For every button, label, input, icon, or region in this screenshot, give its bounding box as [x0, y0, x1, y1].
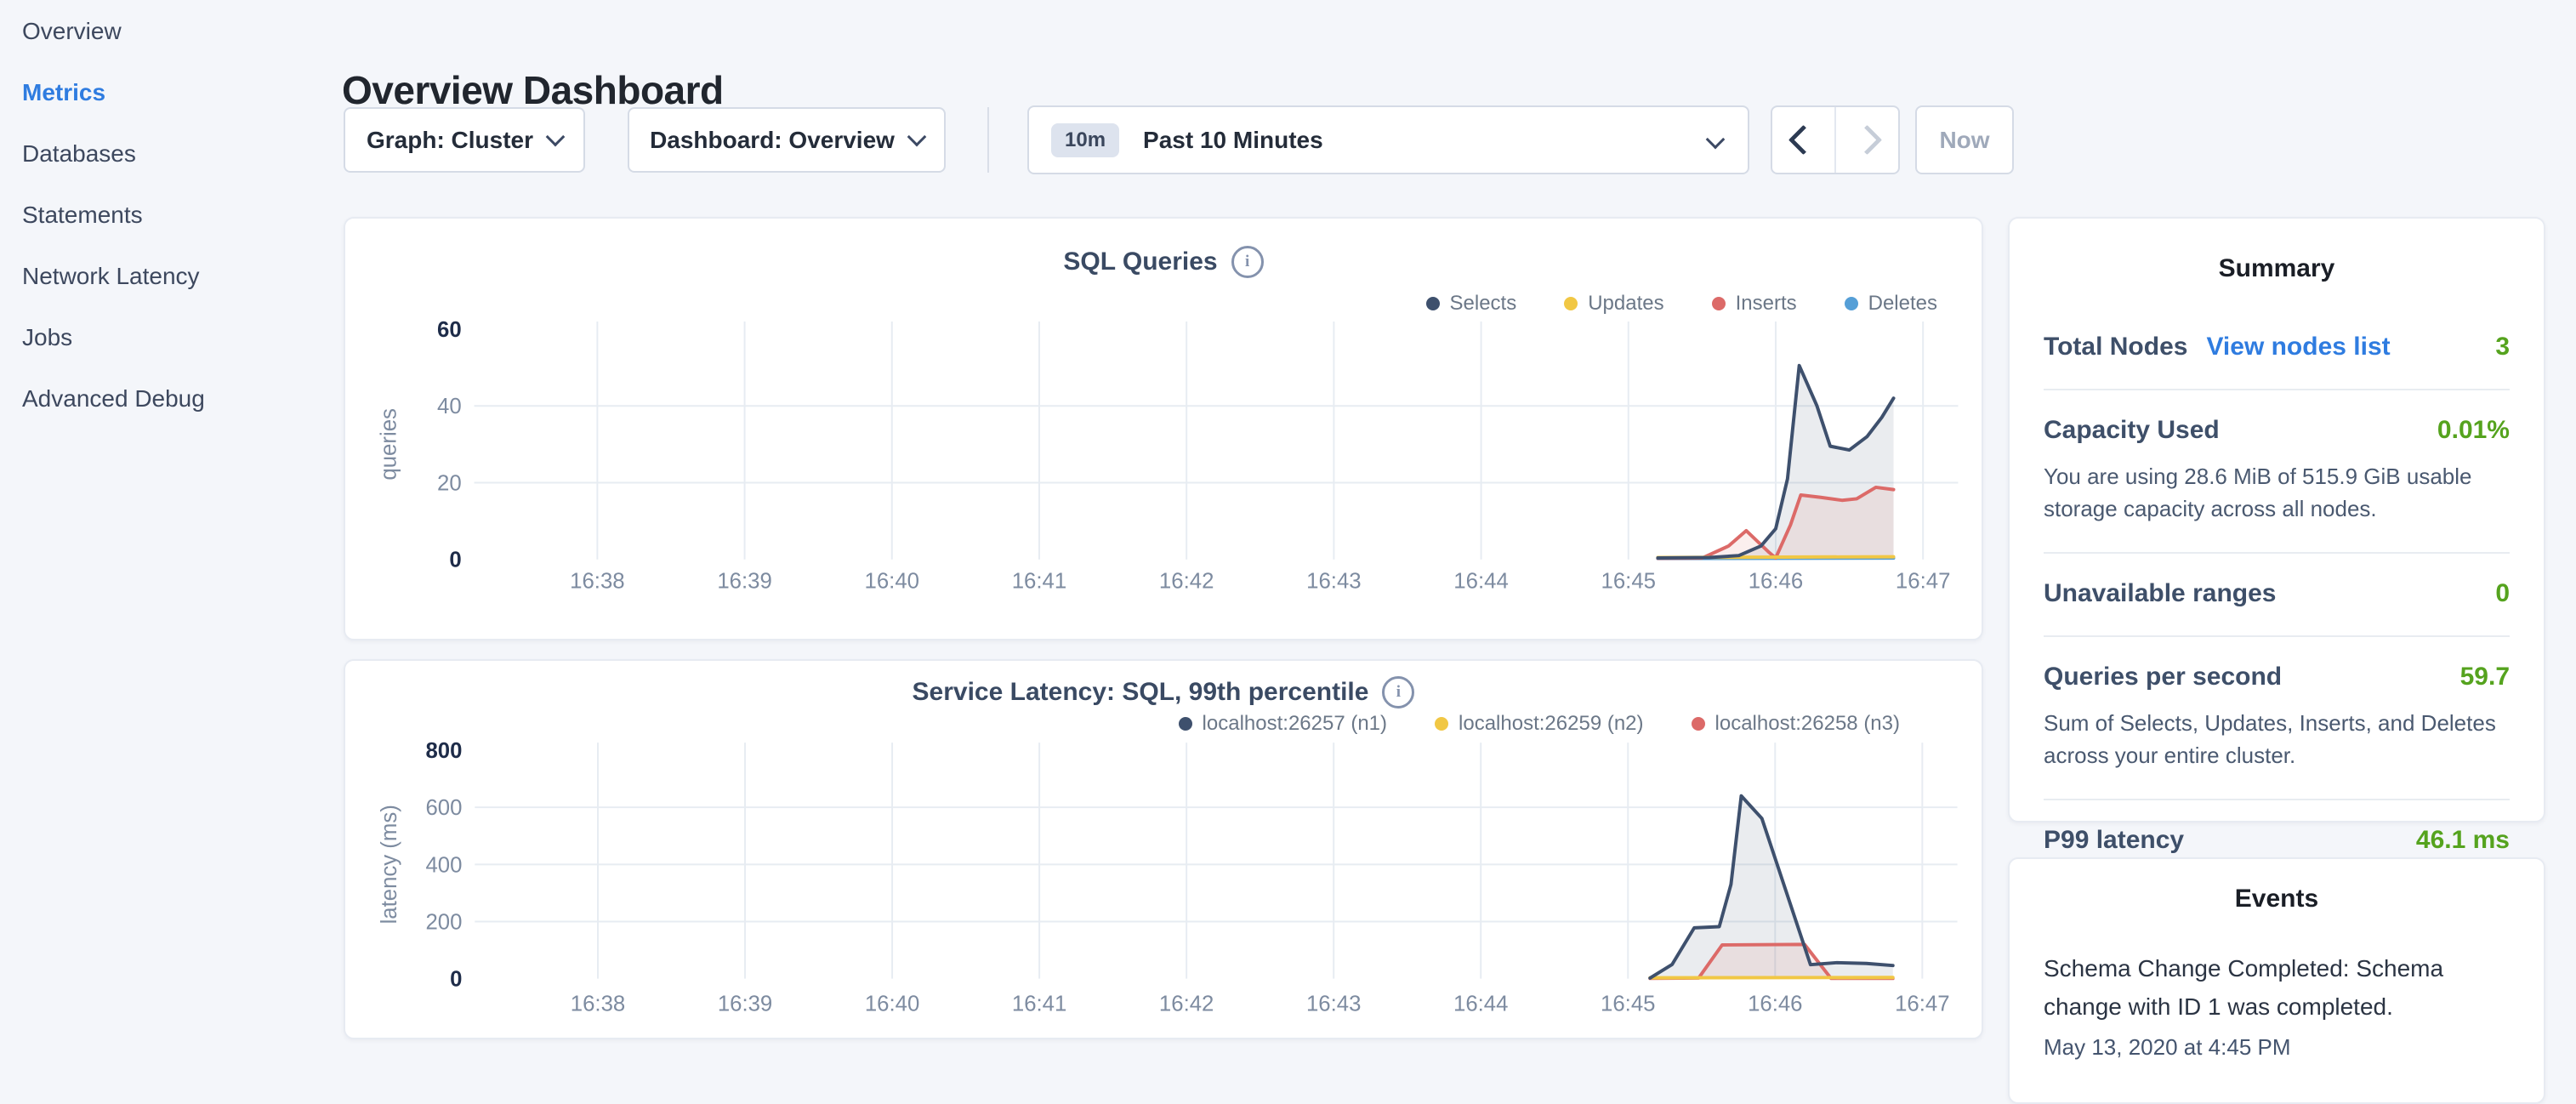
svg-text:400: 400 [425, 853, 462, 877]
sidebar-item-statements[interactable]: Statements [22, 194, 340, 236]
svg-text:16:45: 16:45 [1601, 569, 1657, 593]
chevron-down-icon [907, 127, 927, 146]
summary-row-label: Unavailable ranges [2044, 579, 2276, 608]
svg-text:16:47: 16:47 [1895, 992, 1949, 1016]
summary-row-subtext: You are using 28.6 MiB of 515.9 GiB usab… [2044, 460, 2507, 525]
graph-scope-dropdown-label: Graph: Cluster [367, 127, 533, 154]
svg-text:16:42: 16:42 [1159, 569, 1214, 593]
svg-text:16:46: 16:46 [1748, 992, 1802, 1016]
svg-text:latency (ms): latency (ms) [378, 805, 401, 924]
sql-queries-chart-plot[interactable]: 16:38 16:39 16:40 16:41 16:42 16:43 16:44 16:45… [345, 219, 1982, 639]
summary-row-subtext: Sum of Selects, Updates, Inserts, and De… [2044, 707, 2507, 771]
svg-text:16:41: 16:41 [1012, 992, 1066, 1016]
sidebar-item-databases[interactable]: Databases [22, 133, 340, 175]
svg-text:20: 20 [437, 471, 462, 495]
svg-text:16:39: 16:39 [718, 992, 772, 1016]
summary-row-value: 46.1 ms [2416, 826, 2510, 855]
svg-text:60: 60 [437, 318, 462, 342]
time-step-button-group [1771, 105, 1900, 174]
time-step-back-button[interactable] [1772, 107, 1836, 173]
svg-text:16:41: 16:41 [1012, 569, 1067, 593]
svg-text:16:38: 16:38 [570, 569, 625, 593]
svg-text:16:44: 16:44 [1453, 992, 1508, 1016]
events-panel: Events Schema Change Completed: Schema c… [2008, 857, 2545, 1104]
svg-text:16:42: 16:42 [1159, 992, 1214, 1016]
svg-text:16:45: 16:45 [1601, 992, 1655, 1016]
summary-row-label: P99 latency [2044, 826, 2184, 855]
svg-text:40: 40 [437, 395, 462, 418]
summary-row-queries-per-second: Queries per second 59.7 Sum of Selects, … [2044, 635, 2510, 799]
chevron-down-icon [1706, 130, 1726, 150]
chevron-down-icon [546, 127, 566, 146]
view-nodes-list-link[interactable]: View nodes list [2206, 333, 2390, 361]
dashboard-dropdown[interactable]: Dashboard: Overview [628, 107, 946, 173]
time-step-forward-button[interactable] [1836, 107, 1898, 173]
dashboard-dropdown-label: Dashboard: Overview [650, 127, 895, 154]
event-message: Schema Change Completed: Schema change w… [2044, 949, 2452, 1026]
summary-row-label: Capacity Used [2044, 416, 2220, 445]
events-title: Events [2010, 885, 2544, 913]
sidebar-item-overview[interactable]: Overview [22, 10, 340, 53]
summary-row-label: Total Nodes [2044, 333, 2187, 361]
service-latency-chart-plot[interactable]: 16:38 16:39 16:40 16:41 16:42 16:43 16:44 16:45… [345, 661, 1982, 1038]
service-latency-chart-card: Service Latency: SQL, 99th percentile i … [344, 659, 1983, 1039]
sql-queries-chart-card: SQL Queries i SelectsUpdatesInsertsDelet… [344, 217, 1983, 640]
svg-text:16:46: 16:46 [1749, 569, 1804, 593]
svg-text:16:44: 16:44 [1453, 569, 1509, 593]
time-range-dropdown[interactable]: 10m Past 10 Minutes [1027, 105, 1749, 174]
page-title: Overview Dashboard [342, 67, 724, 113]
now-button[interactable]: Now [1915, 105, 2014, 174]
sidebar-item-advanced-debug[interactable]: Advanced Debug [22, 378, 340, 420]
sidebar-item-network-latency[interactable]: Network Latency [22, 255, 340, 298]
graph-scope-dropdown[interactable]: Graph: Cluster [344, 107, 585, 173]
sidebar-item-metrics[interactable]: Metrics [22, 71, 340, 114]
svg-text:queries: queries [377, 408, 401, 481]
sidebar-item-jobs[interactable]: Jobs [22, 316, 340, 359]
summary-row-label: Queries per second [2044, 663, 2282, 691]
svg-text:800: 800 [425, 739, 462, 763]
time-range-label: Past 10 Minutes [1143, 127, 1323, 154]
chevron-right-icon [1852, 125, 1882, 155]
svg-text:0: 0 [449, 549, 461, 572]
svg-text:200: 200 [425, 910, 462, 934]
summary-row-unavailable-ranges: Unavailable ranges 0 [2044, 552, 2510, 635]
summary-row-total-nodes: Total Nodes View nodes list 3 [2044, 307, 2510, 389]
summary-row-value: 59.7 [2460, 663, 2510, 691]
sidebar: Overview Metrics Databases Statements Ne… [0, 10, 340, 439]
svg-text:16:40: 16:40 [865, 992, 919, 1016]
time-range-badge: 10m [1051, 123, 1119, 157]
summary-row-value: 0.01% [2437, 416, 2510, 445]
svg-text:600: 600 [425, 796, 462, 820]
summary-row-value: 3 [2495, 333, 2510, 361]
svg-text:16:47: 16:47 [1896, 569, 1951, 593]
svg-text:16:38: 16:38 [571, 992, 625, 1016]
event-timestamp: May 13, 2020 at 4:45 PM [2044, 1034, 2510, 1061]
svg-text:16:43: 16:43 [1306, 992, 1361, 1016]
event-item[interactable]: Schema Change Completed: Schema change w… [2010, 949, 2544, 1061]
summary-panel: Summary Total Nodes View nodes list 3 Ca… [2008, 217, 2545, 822]
svg-text:16:43: 16:43 [1306, 569, 1362, 593]
summary-row-capacity-used: Capacity Used 0.01% You are using 28.6 M… [2044, 389, 2510, 552]
svg-text:16:39: 16:39 [717, 569, 772, 593]
toolbar-divider [987, 107, 989, 173]
svg-text:16:40: 16:40 [865, 569, 920, 593]
summary-row-value: 0 [2495, 579, 2510, 608]
chevron-left-icon [1788, 125, 1818, 155]
svg-text:0: 0 [450, 968, 462, 992]
summary-title: Summary [2010, 254, 2544, 283]
